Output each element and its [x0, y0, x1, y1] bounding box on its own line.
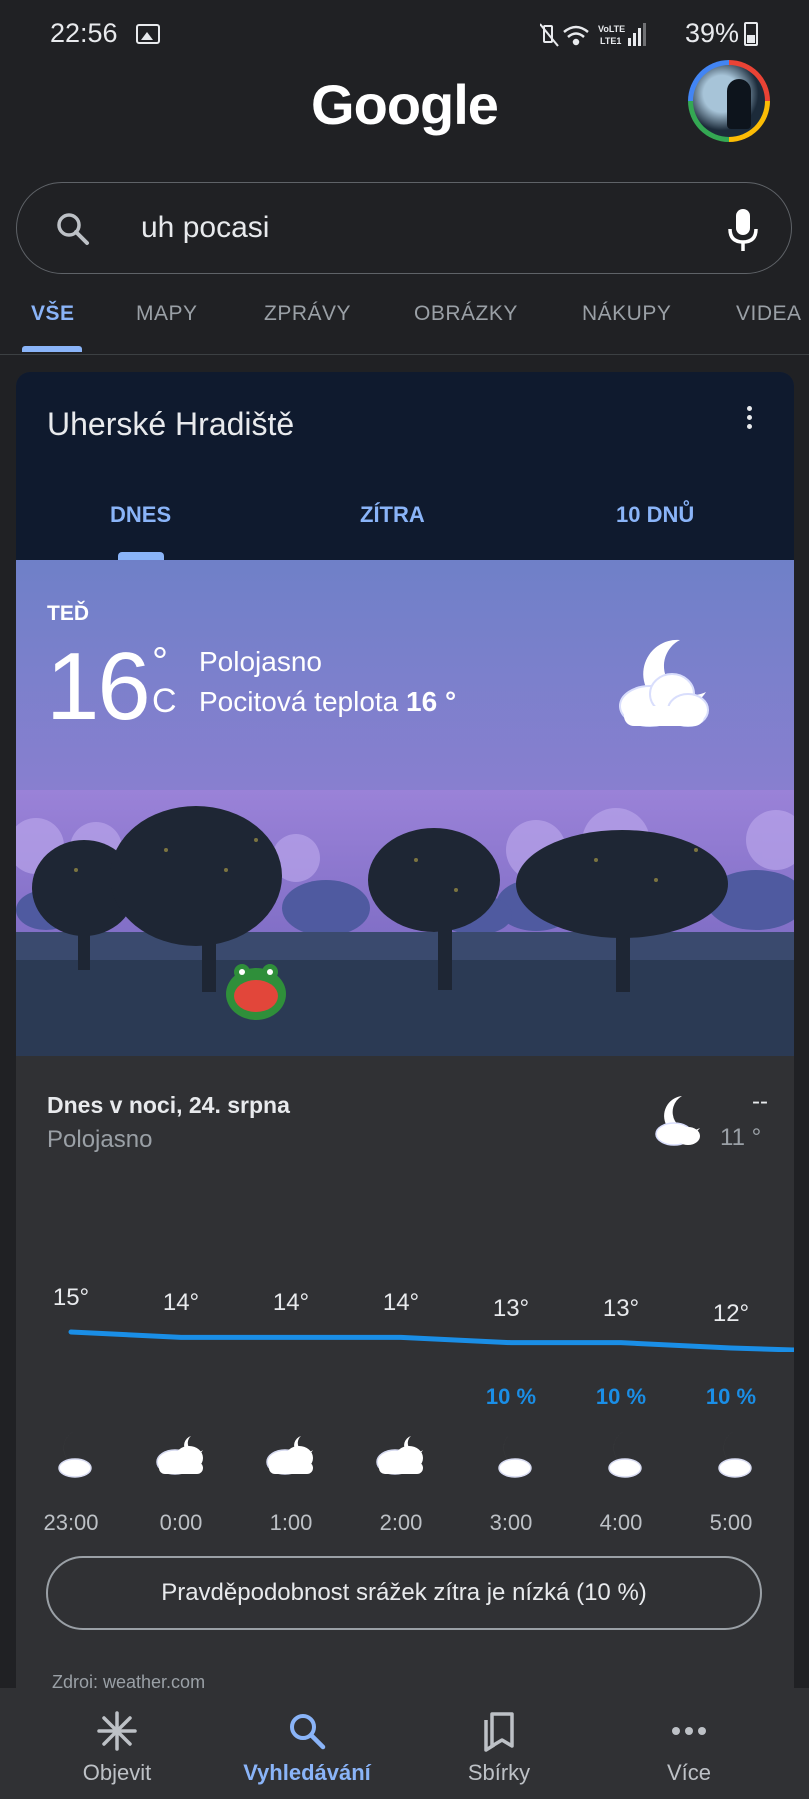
tonight-high: --: [752, 1088, 768, 1115]
tab-maps[interactable]: MAPY: [136, 302, 198, 326]
feels-like-label: Pocitová teplota: [199, 686, 399, 717]
precipitation-summary-button[interactable]: Pravděpodobnost srážek zítra je nízká (1…: [46, 1556, 762, 1630]
hourly-temp: 14°: [272, 1289, 310, 1317]
moon-cloud-icon: [498, 1432, 532, 1478]
moon-cloud-icon: [58, 1432, 92, 1478]
hourly-temp: 13°: [492, 1294, 530, 1322]
hourly-temp: 14°: [162, 1289, 200, 1317]
volte-lte-icon: VoLTE LTE1: [598, 24, 625, 46]
feels-like: Pocitová teplota 16 °: [199, 686, 456, 718]
nav-more[interactable]: Více: [588, 1688, 790, 1799]
tab-images[interactable]: OBRÁZKY: [414, 302, 518, 326]
weather-now-panel: TEĎ 16 ° C Polojasno Pocitová teplota 16…: [16, 560, 794, 1056]
tonight-condition: Polojasno: [47, 1126, 153, 1153]
nav-label-discover: Objevit: [82, 1760, 152, 1785]
cloud-moon-icon: [156, 1436, 203, 1475]
hourly-time: 3:00: [489, 1510, 533, 1535]
hourly-forecast[interactable]: 15° 23:00 14° 0:00 14° 1:00 14° 2:00 13° 10 % 3:00…: [16, 1232, 794, 1535]
nav-label-more: Více: [666, 1760, 712, 1785]
partly-cloudy-night-icon: [619, 639, 709, 727]
tabs-divider: [0, 354, 809, 355]
battery-icon: [744, 22, 758, 46]
more-vert-icon[interactable]: [744, 406, 754, 434]
hourly-time: 1:00: [269, 1510, 313, 1535]
hourly-temp: 15°: [52, 1284, 90, 1311]
search-tabs: VŠE MAPY ZPRÁVY OBRÁZKY NÁKUPY VIDEA: [0, 296, 809, 356]
nav-search[interactable]: Vyhledávání: [206, 1688, 408, 1799]
hourly-precipitation: 10 %: [705, 1384, 757, 1409]
hourly-temp: 14°: [382, 1289, 420, 1317]
weather-card: Uherské Hradiště DNES ZÍTRA 10 DNŮ TEĎ 1…: [16, 372, 794, 1692]
moon-cloud-icon: [608, 1432, 642, 1478]
weather-location: Uherské Hradiště: [47, 406, 295, 442]
hourly-time: 23:00: [43, 1510, 99, 1535]
frog-character: [226, 964, 286, 1020]
status-indicator-icons: VoLTE LTE1: [540, 23, 646, 47]
feels-like-value: 16 °: [406, 686, 457, 717]
hourly-time: 4:00: [599, 1510, 643, 1535]
nav-collections[interactable]: Sbírky: [398, 1688, 600, 1799]
asterisk-icon: [97, 1711, 137, 1751]
search-icon: [290, 1714, 326, 1750]
svg-text:VoLTE: VoLTE: [598, 24, 625, 34]
weather-tab-tomorrow[interactable]: ZÍTRA: [360, 502, 425, 528]
nav-discover[interactable]: Objevit: [16, 1688, 218, 1799]
hourly-time: 0:00: [159, 1510, 203, 1535]
gallery-icon: [136, 24, 160, 44]
account-avatar[interactable]: [688, 60, 770, 142]
search-bar[interactable]: [16, 182, 792, 274]
moon-cloud-icon: [718, 1432, 752, 1478]
tonight-title: Dnes v noci, 24. srpna: [47, 1092, 290, 1118]
hourly-time: 2:00: [379, 1510, 423, 1535]
search-input[interactable]: [141, 211, 661, 245]
weather-card-header: Uherské Hradiště DNES ZÍTRA 10 DNŮ: [16, 372, 794, 560]
hourly-temp: 12°: [712, 1300, 750, 1327]
tab-news[interactable]: ZPRÁVY: [264, 302, 351, 326]
status-time: 22:56: [50, 18, 118, 48]
battery-percentage: 39%: [685, 18, 740, 48]
collections-icon: [484, 1712, 514, 1752]
partly-cloudy-night-icon: [655, 1096, 700, 1146]
now-label: TEĎ: [47, 602, 89, 625]
hourly-precipitation: 10 %: [485, 1384, 537, 1409]
active-tab-indicator: [22, 346, 82, 352]
wifi-icon: [563, 25, 589, 46]
hourly-time: 5:00: [709, 1510, 753, 1535]
weather-tab-10-days[interactable]: 10 DNŮ: [616, 502, 694, 528]
avatar-photo: [693, 65, 765, 137]
vibrate-mute-icon: [540, 23, 559, 47]
bottom-navigation: Objevit Vyhledávání Sbírky Více: [0, 1688, 809, 1799]
current-temperature: 16: [46, 633, 151, 740]
search-icon[interactable]: [53, 209, 93, 249]
hourly-temp: 13°: [602, 1294, 640, 1322]
current-condition: Polojasno: [199, 646, 322, 677]
more-horizontal-icon: [672, 1727, 706, 1735]
signal-icon: [628, 23, 646, 46]
weather-tab-indicator: [118, 552, 164, 560]
svg-text:LTE1: LTE1: [600, 36, 621, 46]
nav-label-collections: Sbírky: [467, 1760, 531, 1785]
tonight-low: 11 °: [720, 1124, 762, 1151]
temperature-degree-symbol: °: [152, 640, 168, 684]
hourly-precipitation: 10 %: [595, 1384, 647, 1409]
nav-label-search: Vyhledávání: [243, 1760, 371, 1785]
mic-icon[interactable]: [723, 207, 763, 253]
weather-tab-today[interactable]: DNES: [110, 502, 171, 528]
status-bar: 22:56 VoLTE LTE1 39%: [0, 0, 809, 70]
cloud-moon-icon: [266, 1436, 313, 1475]
tab-videos[interactable]: VIDEA: [736, 302, 809, 326]
night-landscape-illustration: [16, 790, 794, 1056]
tab-shopping[interactable]: NÁKUPY: [582, 302, 671, 326]
temperature-unit: C: [152, 682, 177, 720]
tab-all[interactable]: VŠE: [31, 302, 75, 326]
cloud-moon-icon: [376, 1436, 423, 1475]
